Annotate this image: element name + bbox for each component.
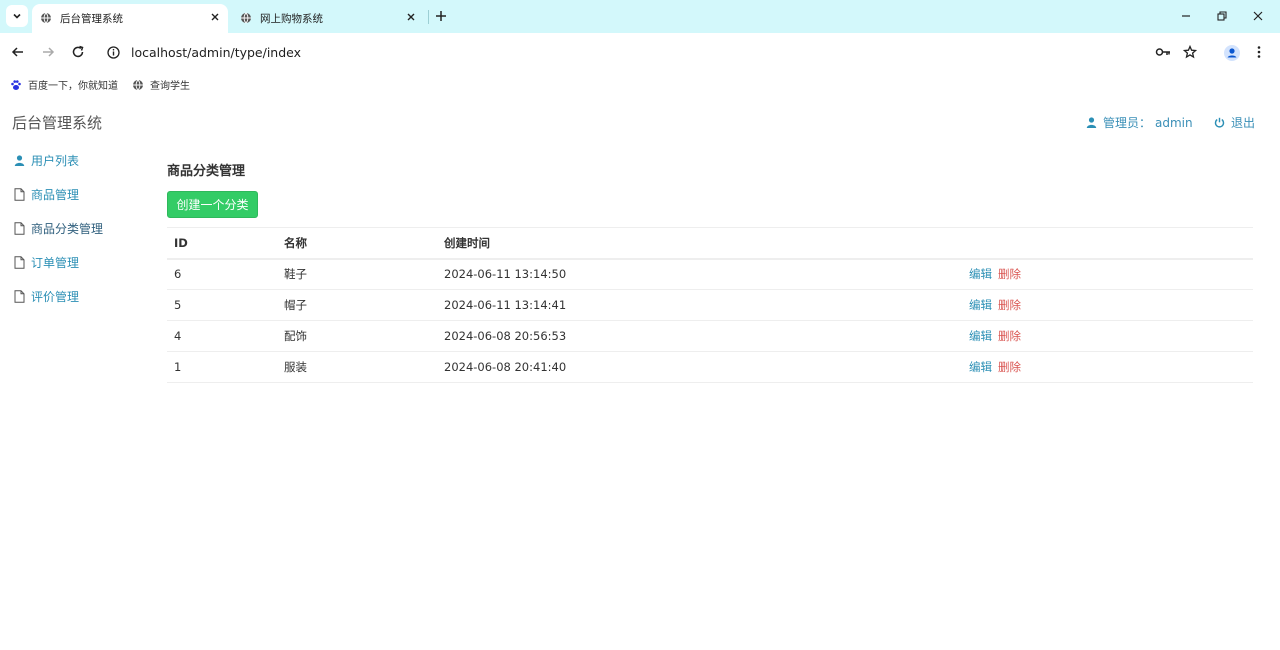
- cell-id: 6: [167, 258, 277, 290]
- file-icon: [14, 290, 25, 303]
- bookmarks-bar: 百度一下，你就知道 查询学生: [0, 72, 1280, 96]
- category-table: ID 名称 创建时间 6 鞋子 2024-06-11 13:14:50 编辑 删除…: [167, 227, 1253, 383]
- table-row: 5 帽子 2024-06-11 13:14:41 编辑 删除: [167, 289, 1253, 321]
- admin-user-link[interactable]: 管理员： admin: [1086, 114, 1193, 131]
- cell-id: 5: [167, 289, 277, 321]
- power-icon: [1214, 117, 1225, 128]
- cell-created: 2024-06-11 13:14:50: [437, 258, 962, 290]
- column-header-created: 创建时间: [437, 227, 962, 260]
- sidebar-item-orders[interactable]: 订单管理: [14, 254, 79, 271]
- cell-actions: 编辑 删除: [962, 320, 1253, 352]
- edit-link[interactable]: 编辑: [969, 298, 992, 312]
- tab-shop[interactable]: 网上购物系统: [232, 4, 424, 33]
- file-icon: [14, 188, 25, 201]
- tab-search-button[interactable]: [6, 5, 28, 27]
- admin-name: admin: [1155, 115, 1193, 130]
- admin-label: 管理员：: [1103, 116, 1152, 130]
- sidebar-item-categories[interactable]: 商品分类管理: [14, 220, 103, 237]
- restore-icon[interactable]: [1215, 9, 1229, 23]
- column-header-actions: [962, 227, 1253, 260]
- sidebar-item-reviews[interactable]: 评价管理: [14, 288, 79, 305]
- globe-icon: [241, 12, 251, 24]
- tab-separator: [428, 10, 429, 24]
- key-icon[interactable]: [1155, 45, 1171, 59]
- close-icon[interactable]: [210, 12, 220, 22]
- sidebar-item-label: 订单管理: [31, 256, 80, 270]
- cell-id: 4: [167, 320, 277, 352]
- cell-created: 2024-06-08 20:56:53: [437, 320, 962, 352]
- user-icon: [14, 155, 25, 166]
- table-header-row: ID 名称 创建时间: [167, 227, 1253, 260]
- delete-link[interactable]: 删除: [998, 298, 1021, 312]
- window-close-icon[interactable]: [1251, 9, 1265, 23]
- browser-tab-bar: 后台管理系统 网上购物系统: [0, 0, 1280, 33]
- cell-name: 服装: [277, 351, 437, 383]
- bookmark-label: 百度一下，你就知道: [28, 81, 118, 92]
- site-info-icon[interactable]: [107, 46, 120, 59]
- delete-link[interactable]: 删除: [998, 360, 1021, 374]
- table-row: 1 服装 2024-06-08 20:41:40 编辑 删除: [167, 351, 1253, 383]
- cell-name: 鞋子: [277, 258, 437, 290]
- file-icon: [14, 222, 25, 235]
- close-icon[interactable]: [406, 12, 416, 22]
- cell-actions: 编辑 删除: [962, 258, 1253, 290]
- profile-icon[interactable]: [1224, 45, 1240, 61]
- chevron-down-icon: [13, 13, 21, 19]
- sidebar-item-label: 商品管理: [31, 188, 80, 202]
- bookmark-baidu[interactable]: 百度一下，你就知道: [10, 77, 118, 92]
- reload-icon[interactable]: [71, 45, 85, 59]
- cell-id: 1: [167, 351, 277, 383]
- tab-title: 后台管理系统: [60, 13, 123, 25]
- edit-link[interactable]: 编辑: [969, 360, 992, 374]
- cell-actions: 编辑 删除: [962, 289, 1253, 321]
- sidebar-item-label: 评价管理: [31, 290, 80, 304]
- logout-link[interactable]: 退出: [1214, 114, 1255, 131]
- bookmark-student-query[interactable]: 查询学生: [132, 77, 190, 92]
- edit-link[interactable]: 编辑: [969, 267, 992, 281]
- file-icon: [14, 256, 25, 269]
- sidebar-item-products[interactable]: 商品管理: [14, 186, 79, 203]
- star-icon[interactable]: [1183, 45, 1197, 59]
- tab-admin[interactable]: 后台管理系统: [32, 4, 228, 33]
- logout-label: 退出: [1231, 116, 1256, 130]
- user-icon: [1086, 117, 1097, 128]
- cell-created: 2024-06-11 13:14:41: [437, 289, 962, 321]
- back-icon[interactable]: [11, 45, 25, 59]
- delete-link[interactable]: 删除: [998, 329, 1021, 343]
- minimize-icon[interactable]: [1179, 9, 1193, 23]
- sidebar-item-label: 商品分类管理: [31, 222, 104, 236]
- bookmark-label: 查询学生: [150, 81, 190, 92]
- browser-toolbar: localhost/admin/type/index: [0, 33, 1280, 72]
- edit-link[interactable]: 编辑: [969, 329, 992, 343]
- create-category-button[interactable]: 创建一个分类: [167, 191, 258, 218]
- delete-link[interactable]: 删除: [998, 267, 1021, 281]
- forward-icon[interactable]: [41, 45, 55, 59]
- plus-icon[interactable]: [433, 8, 449, 24]
- more-menu-icon[interactable]: [1256, 45, 1262, 59]
- sidebar-item-label: 用户列表: [31, 154, 80, 168]
- cell-name: 配饰: [277, 320, 437, 352]
- sidebar-item-users[interactable]: 用户列表: [14, 152, 79, 169]
- tab-title: 网上购物系统: [260, 13, 323, 25]
- globe-icon: [41, 12, 51, 24]
- paw-icon: [11, 79, 21, 90]
- cell-name: 帽子: [277, 289, 437, 321]
- cell-created: 2024-06-08 20:41:40: [437, 351, 962, 383]
- table-row: 4 配饰 2024-06-08 20:56:53 编辑 删除: [167, 320, 1253, 352]
- column-header-name: 名称: [277, 227, 437, 260]
- cell-actions: 编辑 删除: [962, 351, 1253, 383]
- app-brand[interactable]: 后台管理系统: [12, 112, 102, 133]
- globe-icon: [133, 79, 143, 90]
- table-row: 6 鞋子 2024-06-11 13:14:50 编辑 删除: [167, 258, 1253, 290]
- column-header-id: ID: [167, 227, 277, 260]
- address-bar[interactable]: localhost/admin/type/index: [131, 45, 301, 60]
- page-title: 商品分类管理: [167, 164, 246, 179]
